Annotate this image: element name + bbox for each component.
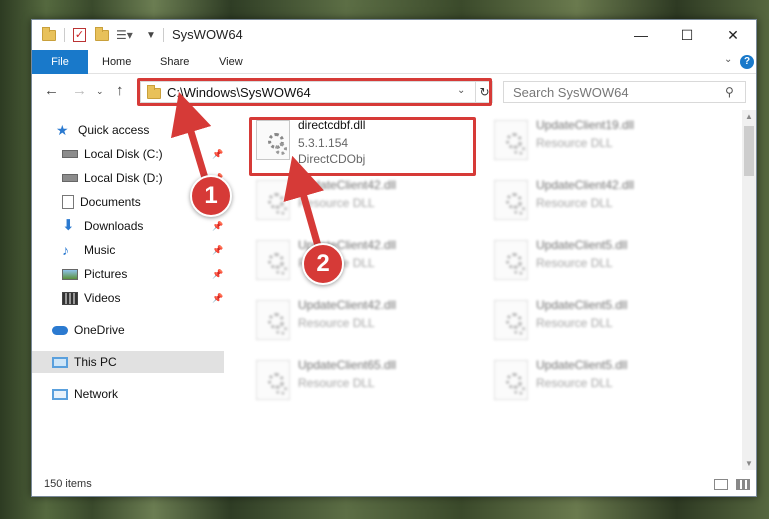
arrow-2 (283, 155, 324, 247)
annotation-arrows (170, 91, 324, 247)
step-badge-2: 2 (302, 243, 344, 285)
arrow-1 (170, 91, 212, 180)
step-badge-1: 1 (190, 175, 232, 217)
